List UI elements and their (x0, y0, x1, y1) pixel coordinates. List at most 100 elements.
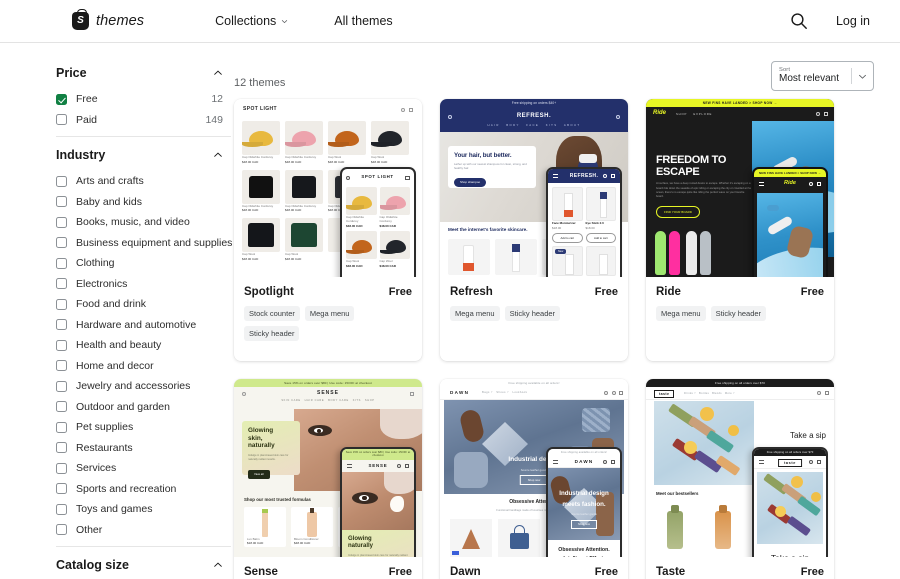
industry-option-4[interactable]: Clothing (56, 253, 231, 274)
main-toolbar: 12 themes Sort Most relevant (234, 57, 874, 95)
industry-option-15[interactable]: Sports and recreation (56, 479, 231, 500)
product-price: $18.00 CAD (247, 541, 264, 546)
checkbox-free[interactable] (56, 93, 67, 105)
checkbox-industry-7[interactable] (56, 319, 67, 331)
ride-mobile-logo: Ride (784, 180, 796, 186)
theme-preview-taste: Free shipping on all orders over $70 tas… (646, 379, 834, 557)
industry-option-7[interactable]: Hardware and automotive (56, 315, 231, 336)
filter-group-industry-header[interactable]: Industry (56, 139, 231, 171)
checkbox-industry-1[interactable] (56, 196, 67, 208)
add-to-cart-button[interactable]: Add to cart (585, 232, 616, 243)
spotlight-header-icons (401, 108, 413, 112)
industry-option-label: Hardware and automotive (76, 318, 197, 331)
filters-sidebar: Price Free 12 Paid 149 Industry Arts and… (0, 43, 232, 579)
filter-group-catalog-size-header[interactable]: Catalog size (56, 549, 231, 579)
theme-tag: Stock counter (244, 306, 300, 321)
checkbox-industry-6[interactable] (56, 298, 67, 310)
industry-option-0[interactable]: Arts and crafts (56, 171, 231, 192)
theme-card-dawn[interactable]: Free shipping available on all orders! D… (440, 379, 628, 579)
search-icon (346, 175, 350, 180)
industry-option-9[interactable]: Home and decor (56, 356, 231, 377)
sort-select[interactable]: Sort Most relevant (771, 61, 874, 91)
theme-tag: Sticky header (504, 306, 561, 321)
login-link[interactable]: Log in (836, 14, 870, 28)
checkbox-industry-12[interactable] (56, 421, 67, 433)
cart-icon (611, 460, 615, 464)
refresh-nav: REFRESH. HAIR BODY FACE KITS ABOUT (440, 107, 628, 132)
ride-mobile-promo: NEW FINS HAVE LANDED > SHOP NOW → (754, 169, 826, 177)
checkbox-industry-3[interactable] (56, 237, 67, 249)
checkbox-industry-14[interactable] (56, 462, 67, 474)
dawn-mobile-cta: Shop now (571, 520, 597, 529)
cart-icon (619, 391, 623, 395)
checkbox-industry-15[interactable] (56, 483, 67, 495)
hamburger-icon (759, 460, 764, 464)
nav-item-all-themes[interactable]: All themes (334, 14, 392, 28)
add-to-cart-button[interactable]: Add to cart (552, 232, 583, 243)
industry-option-10[interactable]: Jewelry and accessories (56, 376, 231, 397)
product-tile: New (552, 245, 583, 276)
theme-title: Dawn (450, 566, 481, 578)
sense-promo-bar: Save 15% on orders over $80 | Use code: … (234, 379, 422, 387)
theme-card-taste[interactable]: Free shipping on all orders over $70 tas… (646, 379, 834, 579)
industry-option-11[interactable]: Outdoor and garden (56, 397, 231, 418)
industry-option-8[interactable]: Health and beauty (56, 335, 231, 356)
theme-card-sense[interactable]: Save 15% on orders over $80 | Use code: … (234, 379, 422, 579)
product-tile: Lux Balm $18.00 CAD (244, 507, 286, 547)
nav-item-collections[interactable]: Collections (215, 14, 288, 28)
dawn-nav: DAWN Bags ˅ Shoes ˅ Lookbook (440, 387, 628, 400)
refresh-subtext: Lather up with our newest shampoos for c… (454, 162, 527, 171)
checkbox-industry-17[interactable] (56, 524, 67, 536)
brand-logo[interactable]: S themes (72, 9, 144, 30)
checkbox-industry-11[interactable] (56, 401, 67, 413)
ride-subtext: At surface, we have a deep rooted desire… (656, 182, 752, 199)
checkbox-industry-5[interactable] (56, 278, 67, 290)
industry-option-17[interactable]: Other (56, 520, 231, 541)
search-icon[interactable] (790, 12, 808, 30)
theme-card-info: Refresh Free Mega menu Sticky header (440, 277, 628, 341)
dawn-mobile-section-1: Obsessive Attention. (558, 547, 610, 553)
checkbox-industry-9[interactable] (56, 360, 67, 372)
industry-option-12[interactable]: Pet supplies (56, 417, 231, 438)
theme-card-spotlight[interactable]: SPOT LIGHT Cap Oldwhite Corduroy $48.00 C… (234, 99, 422, 361)
product-tile: Bloom Conditioner $48.00 CAD (291, 507, 333, 547)
dawn-mobile-headline-2: meets fashion. (562, 501, 606, 508)
checkbox-industry-10[interactable] (56, 380, 67, 392)
checkbox-industry-4[interactable] (56, 257, 67, 269)
filter-option-free[interactable]: Free 12 (56, 89, 231, 110)
theme-tag: Mega menu (450, 306, 500, 321)
checkbox-industry-0[interactable] (56, 175, 67, 187)
industry-option-2[interactable]: Books, music, and video (56, 212, 231, 233)
taste-mobile-logo: taste (778, 459, 802, 467)
industry-option-16[interactable]: Toys and games (56, 499, 231, 520)
checkbox-industry-13[interactable] (56, 442, 67, 454)
chevron-down-icon[interactable] (858, 72, 867, 81)
filter-group-price-header[interactable]: Price (56, 57, 231, 89)
theme-card-refresh[interactable]: Free shipping on orders $40+ REFRESH. HA… (440, 99, 628, 361)
industry-option-1[interactable]: Baby and kids (56, 192, 231, 213)
checkbox-industry-2[interactable] (56, 216, 67, 228)
industry-option-13[interactable]: Restaurants (56, 438, 231, 459)
theme-card-info: Spotlight Free Stock counter Mega menu S… (234, 277, 422, 361)
product-tile (448, 239, 490, 275)
industry-option-list: Arts and crafts Baby and kids Books, music… (56, 171, 232, 541)
industry-option-label: Home and decor (76, 359, 154, 372)
dawn-mobile-sub: Source leather goods (571, 513, 597, 516)
industry-option-6[interactable]: Food and drink (56, 294, 231, 315)
industry-option-3[interactable]: Business equipment and supplies (56, 233, 232, 254)
theme-tag: Sticky header (710, 306, 767, 321)
industry-option-14[interactable]: Services (56, 458, 231, 479)
mobile-header: REFRESH. (548, 169, 620, 183)
dawn-nav-links: Bags ˅ Shoes ˅ Lookbook (482, 391, 528, 394)
checkbox-industry-8[interactable] (56, 339, 67, 351)
cart-icon (611, 174, 615, 178)
checkbox-industry-16[interactable] (56, 503, 67, 515)
filter-option-paid[interactable]: Paid 149 (56, 110, 231, 131)
industry-option-5[interactable]: Electronics (56, 274, 231, 295)
theme-card-ride[interactable]: NEW FINS HAVE LANDED > SHOP NOW → Ride S… (646, 99, 834, 361)
product-tile: Cap Oldwhite Corduroy$48.00 CAD (379, 187, 410, 228)
industry-option-label: Toys and games (76, 503, 153, 516)
surfboard-icon (686, 231, 697, 275)
themes-store-page: S themes Collections All themes Log in P… (0, 0, 900, 579)
checkbox-paid[interactable] (56, 114, 67, 126)
